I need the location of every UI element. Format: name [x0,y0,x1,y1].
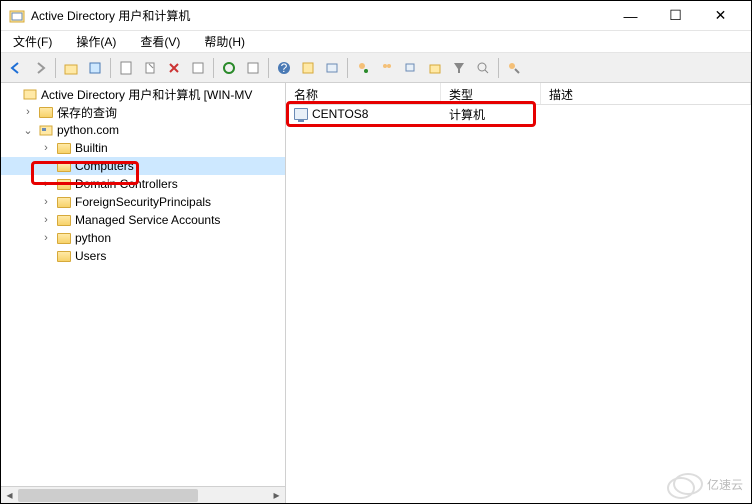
user-add-icon[interactable] [352,57,374,79]
watermark-icon [673,473,703,495]
watermark-text: 亿速云 [707,476,743,493]
folder-icon [56,212,72,228]
list-body[interactable]: CENTOS8 计算机 [286,105,751,503]
expand-icon[interactable]: › [39,214,53,226]
svg-text:?: ? [281,61,288,75]
scroll-right-icon[interactable]: ▸ [268,487,285,504]
filter-icon[interactable] [448,57,470,79]
forward-button[interactable] [29,57,51,79]
item-name: CENTOS8 [312,107,368,121]
search-icon[interactable] [472,57,494,79]
tree-label: Computers [75,159,134,173]
ad-root-icon [22,86,38,102]
expand-icon[interactable]: › [39,232,53,244]
tree-msa[interactable]: › Managed Service Accounts [1,211,285,229]
separator [110,58,111,78]
tree-saved-queries[interactable]: › 保存的查询 [1,103,285,121]
tree-label: python [75,231,111,245]
folder-icon [56,248,72,264]
ou-icon [56,176,72,192]
separator [213,58,214,78]
maximize-button[interactable]: ☐ [653,2,698,30]
menu-view[interactable]: 查看(V) [134,31,186,52]
menu-help[interactable]: 帮助(H) [198,31,251,52]
domain-icon [38,122,54,138]
tree-fsp[interactable]: › ForeignSecurityPrincipals [1,193,285,211]
action-icon[interactable] [503,57,525,79]
content-area: Active Directory 用户和计算机 [WIN-MV › 保存的查询 … [1,83,751,503]
export-icon[interactable] [242,57,264,79]
separator [498,58,499,78]
scroll-thumb[interactable] [18,489,198,502]
column-desc[interactable]: 描述 [541,83,751,104]
window-controls: — ☐ ✕ [608,2,743,30]
folder-icon [38,104,54,120]
column-name[interactable]: 名称 [286,83,441,104]
tree-domain-controllers[interactable]: › Domain Controllers [1,175,285,193]
watermark: 亿速云 [673,473,743,495]
delete-icon[interactable] [163,57,185,79]
folder-icon [56,194,72,210]
titlebar: Active Directory 用户和计算机 — ☐ ✕ [1,1,751,31]
ou-add-icon[interactable] [424,57,446,79]
list-header: 名称 类型 描述 [286,83,751,105]
folder-icon [56,140,72,156]
tree-label: Active Directory 用户和计算机 [WIN-MV [41,86,252,103]
separator [268,58,269,78]
ou-icon [56,230,72,246]
folder-open-icon [56,158,72,174]
help-icon[interactable]: ? [273,57,295,79]
tree-label: python.com [57,123,119,137]
expand-icon[interactable]: › [39,178,53,190]
menu-action[interactable]: 操作(A) [70,31,122,52]
expand-icon[interactable]: › [39,196,53,208]
list-item[interactable]: CENTOS8 计算机 [286,105,751,123]
close-button[interactable]: ✕ [698,2,743,30]
tree-label: Users [75,249,106,263]
separator [347,58,348,78]
tree-label: ForeignSecurityPrincipals [75,195,211,209]
tree-panel: Active Directory 用户和计算机 [WIN-MV › 保存的查询 … [1,83,286,503]
tree-label: Domain Controllers [75,177,178,191]
window-title: Active Directory 用户和计算机 [31,7,608,24]
separator [55,58,56,78]
tree-domain[interactable]: ⌄ python.com [1,121,285,139]
tree: Active Directory 用户和计算机 [WIN-MV › 保存的查询 … [1,83,285,267]
computer-add-icon[interactable] [400,57,422,79]
collapse-icon[interactable]: ⌄ [21,124,35,137]
copy-icon[interactable] [139,57,161,79]
expand-icon[interactable]: › [39,142,53,154]
horizontal-scrollbar[interactable]: ◂ ▸ [1,486,285,503]
tree-python[interactable]: › python [1,229,285,247]
tree-root[interactable]: Active Directory 用户和计算机 [WIN-MV [1,85,285,103]
properties-button[interactable] [84,57,106,79]
app-icon [9,8,25,24]
expand-icon[interactable]: › [21,106,35,118]
tree-computers[interactable]: Computers [1,157,285,175]
find-icon[interactable] [297,57,319,79]
tree-builtin[interactable]: › Builtin [1,139,285,157]
group-add-icon[interactable] [376,57,398,79]
toolbar: ? [1,53,751,83]
computer-icon[interactable] [321,57,343,79]
menu-file[interactable]: 文件(F) [7,31,58,52]
minimize-button[interactable]: — [608,2,653,30]
cell-name: CENTOS8 [286,107,441,121]
properties-icon[interactable] [187,57,209,79]
tree-label: 保存的查询 [57,104,117,121]
tree-label: Builtin [75,141,108,155]
scroll-left-icon[interactable]: ◂ [1,487,18,504]
back-button[interactable] [5,57,27,79]
up-button[interactable] [60,57,82,79]
tree-label: Managed Service Accounts [75,213,220,227]
refresh-icon[interactable] [218,57,240,79]
column-type[interactable]: 类型 [441,83,541,104]
menubar: 文件(F) 操作(A) 查看(V) 帮助(H) [1,31,751,53]
cut-icon[interactable] [115,57,137,79]
computer-icon [294,108,308,120]
cell-type: 计算机 [441,106,541,123]
tree-users[interactable]: Users [1,247,285,265]
list-panel: 名称 类型 描述 CENTOS8 计算机 [286,83,751,503]
